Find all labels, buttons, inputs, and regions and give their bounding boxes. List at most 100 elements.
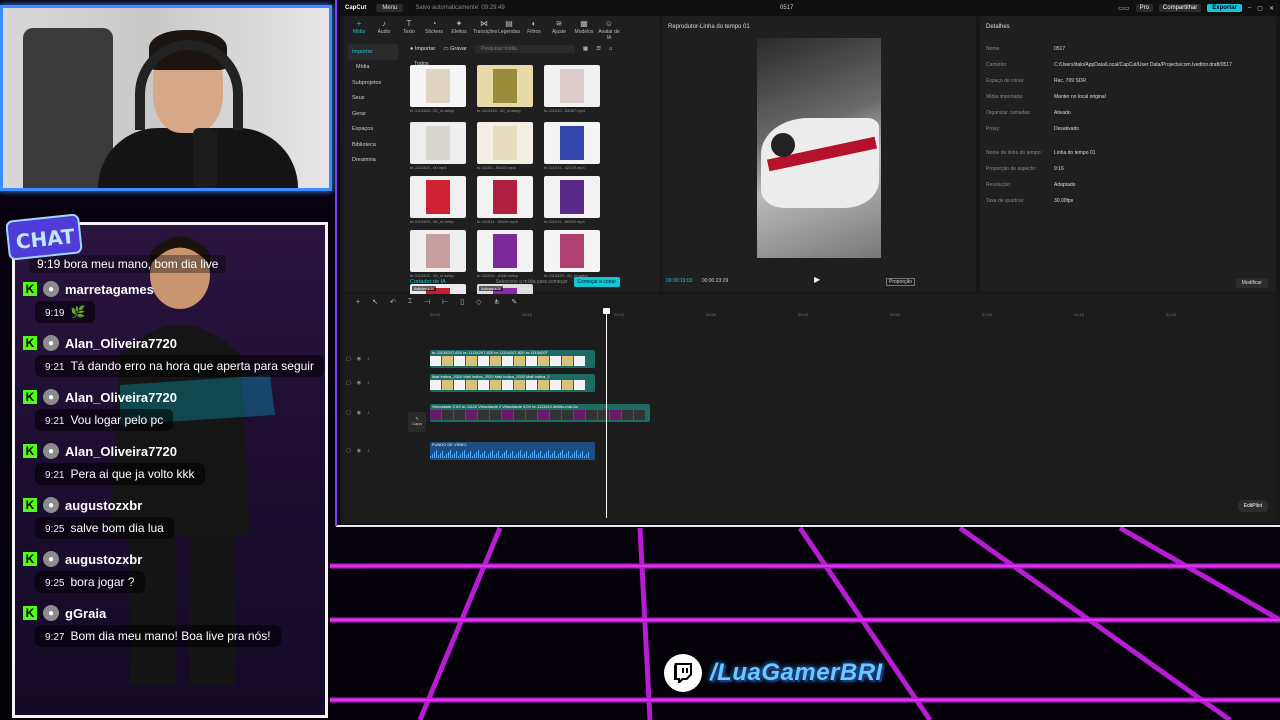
tool-tab[interactable]: ◔ Stickers <box>423 19 445 35</box>
select-icon[interactable]: ↖ <box>372 298 378 306</box>
user-avatar: ● <box>43 605 59 621</box>
stream-overlay: 9:19 bora meu mano, bom dia live K ● marre… <box>0 0 1280 720</box>
track-lock-icon[interactable]: ▢ <box>346 448 351 454</box>
track-visibility-icon[interactable]: ◉ <box>357 356 361 362</box>
timeline-clip[interactable]: Velocidade 2.0X br-11110 Velocidade 2 Ve… <box>430 404 650 422</box>
chat-text: Pera ai que ja volto kkk <box>70 467 195 481</box>
split-left-icon[interactable]: ⊣ <box>424 298 430 306</box>
chat-message: K ● Alan_Oliveira7720 9:21 Pera ai que ja vo… <box>23 439 325 493</box>
modify-button[interactable]: Modificar <box>1235 278 1268 288</box>
capcut-window: CapCut Menu Salvo automaticamente: 09:29… <box>340 0 1280 524</box>
tool-tab[interactable]: + Mídia <box>348 19 370 35</box>
chat-time: 9:21 <box>45 362 65 373</box>
tool-tab[interactable]: ▤ Legendas <box>498 19 520 35</box>
maximize-icon[interactable]: ▢ <box>1257 5 1263 12</box>
sidenav-item[interactable]: Espaços <box>348 122 398 138</box>
media-thumbnail[interactable]: br-1113420...00_nl.webp <box>410 65 466 113</box>
import-button[interactable]: ● Importar <box>410 46 435 52</box>
media-thumbnail[interactable]: br-111010...A5a0.webp <box>477 230 533 278</box>
add-icon[interactable]: + <box>356 299 360 306</box>
ruler-tick: 00:10 <box>522 312 533 317</box>
track-lock-icon[interactable]: ▢ <box>346 356 351 362</box>
details-row: Caminho: C:/Users/italo/AppData/Local/Cap… <box>986 62 1276 72</box>
delete-icon[interactable]: ▯ <box>460 298 464 306</box>
timeline-clip[interactable]: Mail Indica_2020 Mail Indica_2020 Mail I… <box>430 374 595 392</box>
sidenav-item[interactable]: Biblioteca <box>348 137 398 153</box>
ruler-tick: 00:50 <box>890 312 901 317</box>
media-thumbnail[interactable]: 00:40 br-111011...42228.mp4 <box>544 122 600 170</box>
media-thumbnail[interactable]: br-111011...56160.mp4 <box>477 176 533 224</box>
tool-tab[interactable]: ◐ Filtros <box>523 19 545 35</box>
tool-tab[interactable]: ☺ Avatar de IA <box>598 19 620 41</box>
media-sidenav: Importar Mídia Subprojetos Seus Gerar Espaços… <box>348 44 398 168</box>
sidenav-item[interactable]: Subprojetos <box>348 75 398 91</box>
share-button[interactable]: Compartilhar <box>1158 4 1202 12</box>
chat-text: bora jogar ? <box>70 575 135 589</box>
chat-message: K ● augustozxbr 9:25 salve bom dia lua <box>23 493 325 547</box>
grid-view-icon[interactable]: ▦ <box>583 46 588 52</box>
track-visibility-icon[interactable]: ◉ <box>357 410 361 416</box>
ai-cutter-label[interactable]: Cortador de IA <box>410 279 446 285</box>
chat-user-row: K ● marretagames <box>23 277 325 301</box>
tool-tab[interactable]: ✦ Efeitos <box>448 19 470 35</box>
media-thumbnail[interactable]: br-1113420...50_nl.webp <box>477 65 533 113</box>
timeline-clip[interactable]: br-1113420T-820 br-1113420T-820 br-11134… <box>430 350 595 368</box>
track-audio-icon[interactable]: ♪ <box>367 356 370 362</box>
filter-icon[interactable]: ⌂ <box>609 46 612 52</box>
media-thumbnail[interactable]: br-111011...56160.mp4 <box>544 176 600 224</box>
timeline-clip[interactable]: FUNDO DE VIDEO <box>430 442 595 460</box>
sidenav-item[interactable]: Importar <box>348 44 398 60</box>
export-button[interactable]: Exportar <box>1207 4 1242 12</box>
editpilot-button[interactable]: EditPilot <box>1237 500 1268 512</box>
tool-tab[interactable]: T Texto <box>398 19 420 35</box>
sidenav-item[interactable]: Dreamina <box>348 153 398 169</box>
tool-tab[interactable]: ⋈ Transições <box>473 19 497 35</box>
tool-tab[interactable]: ♪ Áudio <box>373 19 395 35</box>
menu-button[interactable]: Menu <box>376 4 404 12</box>
sort-icon[interactable]: ☰ <box>596 46 601 52</box>
start-cut-button[interactable]: Começar a cortar <box>573 277 621 287</box>
cover-button[interactable]: ✎ Capa <box>408 412 426 432</box>
track-audio-icon[interactable]: ♪ <box>367 448 370 454</box>
media-filename: br-111011...42228.mp4 <box>544 165 585 170</box>
kick-icon: K <box>23 606 37 620</box>
track-visibility-icon[interactable]: ◉ <box>357 448 361 454</box>
sidenav-item[interactable]: Gerar <box>348 106 398 122</box>
tool-tab[interactable]: ▦ Modelos <box>573 19 595 35</box>
media-filename: br-11101...56160.mp4 <box>477 165 516 170</box>
play-icon[interactable]: ▶ <box>814 275 820 284</box>
tool-tab[interactable]: ≋ Ajuste <box>548 19 570 35</box>
split-right-icon[interactable]: ⊢ <box>442 298 448 306</box>
media-thumbnail[interactable]: br-1113420...50_nl.webp <box>410 176 466 224</box>
media-thumbnail[interactable]: 00:14 br-1113420...00.mp4 <box>410 122 466 170</box>
split-icon[interactable]: ⌶ <box>408 298 412 306</box>
track-audio-icon[interactable]: ♪ <box>367 380 370 386</box>
media-thumbnail[interactable]: br-11101...56160.mp4 <box>477 122 533 170</box>
edit-icon[interactable]: ✎ <box>511 298 517 306</box>
mirror-icon[interactable]: ⋔ <box>494 298 500 306</box>
chat-bubble: 9:21 Tá dando erro na hora que aperta par… <box>35 355 324 377</box>
close-icon[interactable]: ✕ <box>1269 5 1274 12</box>
pro-button[interactable]: Pro <box>1135 4 1153 12</box>
app-logo: CapCut <box>345 5 367 11</box>
media-search-input[interactable]: Pesquisar mídia <box>474 45 575 53</box>
timeline-playhead[interactable] <box>603 308 610 518</box>
twitch-icon <box>664 654 702 692</box>
media-thumbnail[interactable]: br-111010...54387.mp4 <box>544 65 600 113</box>
thumbnail-image <box>544 230 600 272</box>
user-avatar: ● <box>43 551 59 567</box>
track-audio-icon[interactable]: ♪ <box>367 410 370 416</box>
sidenav-item[interactable]: Mídia <box>348 60 398 76</box>
track-lock-icon[interactable]: ▢ <box>346 380 351 386</box>
aspect-ratio-button[interactable]: Proporção <box>886 278 916 286</box>
minimize-icon[interactable]: – <box>1248 5 1251 11</box>
shield-icon[interactable]: ◇ <box>476 298 481 306</box>
track-visibility-icon[interactable]: ◉ <box>357 380 361 386</box>
track-lock-icon[interactable]: ▢ <box>346 410 351 416</box>
record-button[interactable]: ▭ Gravar <box>443 46 467 52</box>
media-thumbnail[interactable]: br-1113420...50_nl.webp <box>544 230 600 278</box>
sidenav-item[interactable]: Seus <box>348 91 398 107</box>
layout-icon[interactable]: ▭▭ <box>1118 5 1129 12</box>
undo-icon[interactable]: ↶ <box>390 298 396 306</box>
media-thumbnail[interactable]: br-1113420...50_nl.webp <box>410 230 466 278</box>
